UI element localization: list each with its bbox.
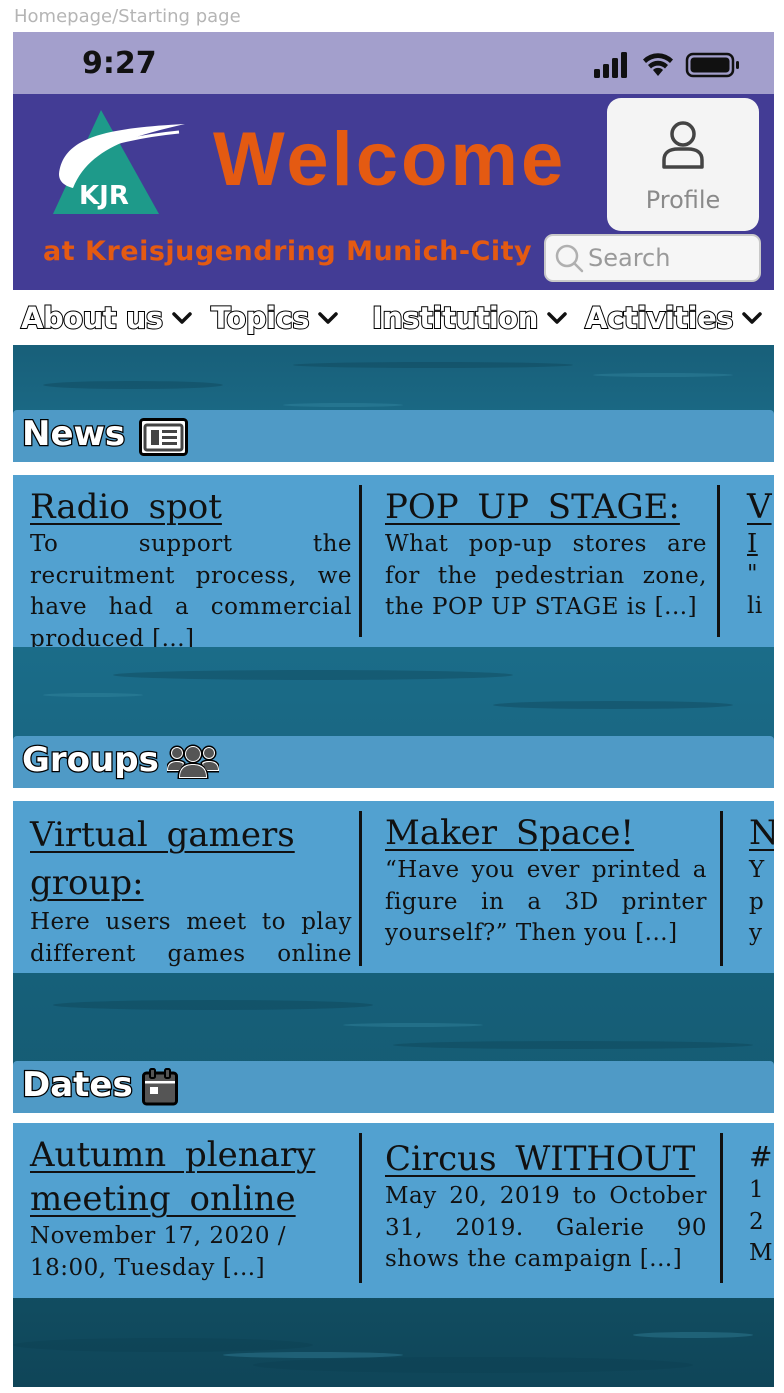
chevron-down-icon: [547, 312, 567, 324]
nav-item-activities[interactable]: Activities: [584, 296, 763, 340]
calendar-icon: [142, 1068, 178, 1106]
nav-label: Activities: [584, 300, 735, 336]
frame-label: Homepage/Starting page: [14, 6, 241, 27]
section-groups: Groups: [13, 736, 774, 788]
card-title-line2: I: [747, 529, 758, 560]
news-card[interactable]: Radio spot To support the recruitment pr…: [30, 485, 352, 647]
profile-button[interactable]: Profile: [607, 98, 759, 231]
card-body: To support the recruitment process, we h…: [30, 531, 352, 647]
card-body-line: li: [747, 592, 763, 619]
wifi-icon: [643, 53, 673, 76]
section-gap: [13, 462, 774, 475]
status-icons: [594, 52, 739, 78]
card-title[interactable]: Radio spot: [30, 485, 352, 529]
card-body-line: y: [749, 920, 763, 947]
nav-label: Institution: [371, 300, 539, 336]
nav-item-topics[interactable]: Topics: [210, 296, 339, 340]
main-nav: About us Topics Institution Activities: [13, 290, 774, 345]
dates-card-partial[interactable]: # 1 2 M: [749, 1139, 774, 1298]
dates-card-row: Autumn plenary meeting online November 1…: [13, 1123, 774, 1298]
card-divider: [359, 811, 362, 966]
status-time: 9:27: [82, 46, 157, 81]
groups-card-partial[interactable]: N Y p y: [749, 811, 774, 973]
nav-label: About us: [20, 300, 164, 336]
battery-icon: [685, 52, 739, 78]
card-divider: [717, 485, 720, 637]
card-body-line: Y: [749, 857, 765, 884]
welcome-subtitle: at Kreisjugendring Munich-City: [43, 236, 533, 267]
dates-card[interactable]: Autumn plenary meeting online November 1…: [30, 1133, 352, 1298]
card-title[interactable]: V: [747, 485, 774, 529]
card-divider: [359, 1133, 362, 1283]
svg-text:KJR: KJR: [79, 181, 129, 211]
cellular-signal-icon: [594, 52, 627, 78]
nav-label: Topics: [210, 300, 311, 336]
card-body: “Have you ever printed a figure in a 3D …: [385, 857, 707, 947]
user-icon: [662, 121, 704, 169]
card-title[interactable]: POP UP STAGE:: [385, 485, 707, 529]
card-body-line: 1: [749, 1177, 765, 1204]
card-body-line: p: [749, 888, 765, 915]
section-news: News: [13, 410, 774, 462]
profile-label: Profile: [645, 186, 721, 214]
groups-card[interactable]: Maker Space! “Have you ever printed a fi…: [385, 811, 707, 973]
card-divider: [720, 1133, 723, 1283]
news-card-partial[interactable]: V I " li: [747, 485, 774, 647]
chevron-down-icon: [171, 312, 192, 324]
kjr-logo[interactable]: KJR: [49, 106, 189, 218]
card-body-line: 2: [749, 1208, 765, 1235]
phone-screen: 9:27 KJR Welcome at Kreisjugendring Muni…: [13, 32, 774, 1387]
status-bar: 9:27: [13, 32, 774, 94]
nav-item-about-us[interactable]: About us: [20, 296, 193, 340]
card-title[interactable]: Autumn plenary meeting online: [30, 1133, 330, 1221]
section-title-dates: Dates: [21, 1064, 134, 1107]
card-body: Here users meet to play different games …: [30, 909, 352, 973]
dates-card[interactable]: Circus WITHOUT May 20, 2019 to October 3…: [385, 1137, 707, 1298]
search-icon: [555, 244, 584, 273]
search-input[interactable]: [588, 240, 753, 276]
search-box[interactable]: [544, 234, 761, 282]
section-gap: [13, 788, 774, 801]
groups-card[interactable]: Virtual gamers group: Here users meet to…: [30, 811, 352, 973]
users-icon: [167, 744, 219, 779]
welcome-heading: Welcome: [213, 117, 567, 202]
section-title-news: News: [21, 413, 127, 456]
card-body: May 20, 2019 to October 31, 2019. Galeri…: [385, 1183, 707, 1273]
card-divider: [359, 485, 362, 637]
section-dates: Dates: [13, 1061, 774, 1113]
news-card[interactable]: POP UP STAGE: What pop-up stores are for…: [385, 485, 707, 647]
news-card-row: Radio spot To support the recruitment pr…: [13, 475, 774, 647]
card-body-line: M: [749, 1240, 774, 1267]
card-body: What pop-up stores are for the pedestria…: [385, 531, 707, 621]
card-divider: [720, 811, 723, 966]
card-title[interactable]: #: [749, 1139, 774, 1175]
nav-item-institution[interactable]: Institution: [371, 296, 568, 340]
chevron-down-icon: [742, 312, 762, 324]
groups-card-row: Virtual gamers group: Here users meet to…: [13, 801, 774, 973]
header: KJR Welcome at Kreisjugendring Munich-Ci…: [13, 94, 774, 290]
card-title[interactable]: Maker Space!: [385, 811, 707, 855]
card-title[interactable]: N: [749, 811, 774, 855]
card-title[interactable]: Virtual gamers group:: [30, 811, 330, 907]
card-title[interactable]: Circus WITHOUT: [385, 1137, 707, 1181]
newspaper-icon: [139, 418, 188, 456]
card-body: November 17, 2020 / 18:00, Tuesday [...]: [30, 1223, 287, 1281]
section-title-groups: Groups: [21, 739, 160, 782]
chevron-down-icon: [318, 312, 338, 324]
card-body-line: ": [747, 561, 759, 588]
